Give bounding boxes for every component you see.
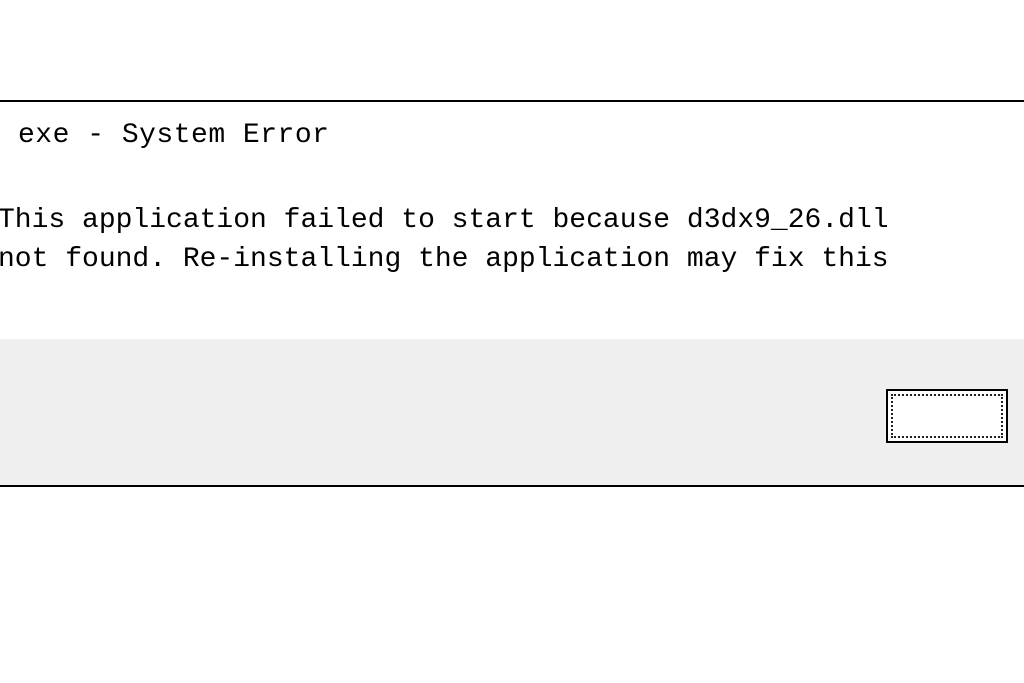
ok-button[interactable] [886, 389, 1008, 443]
error-message-line1: This application failed to start because… [0, 201, 1016, 240]
system-error-dialog: exe - System Error This application fail… [0, 100, 1024, 487]
dialog-title: exe - System Error [18, 120, 329, 151]
dialog-title-bar: exe - System Error [0, 102, 1024, 181]
dialog-button-bar [0, 339, 1024, 485]
error-message-line2: not found. Re-installing the application… [0, 240, 1016, 279]
ok-button-label [891, 394, 1003, 438]
dialog-content: This application failed to start because… [0, 181, 1024, 339]
